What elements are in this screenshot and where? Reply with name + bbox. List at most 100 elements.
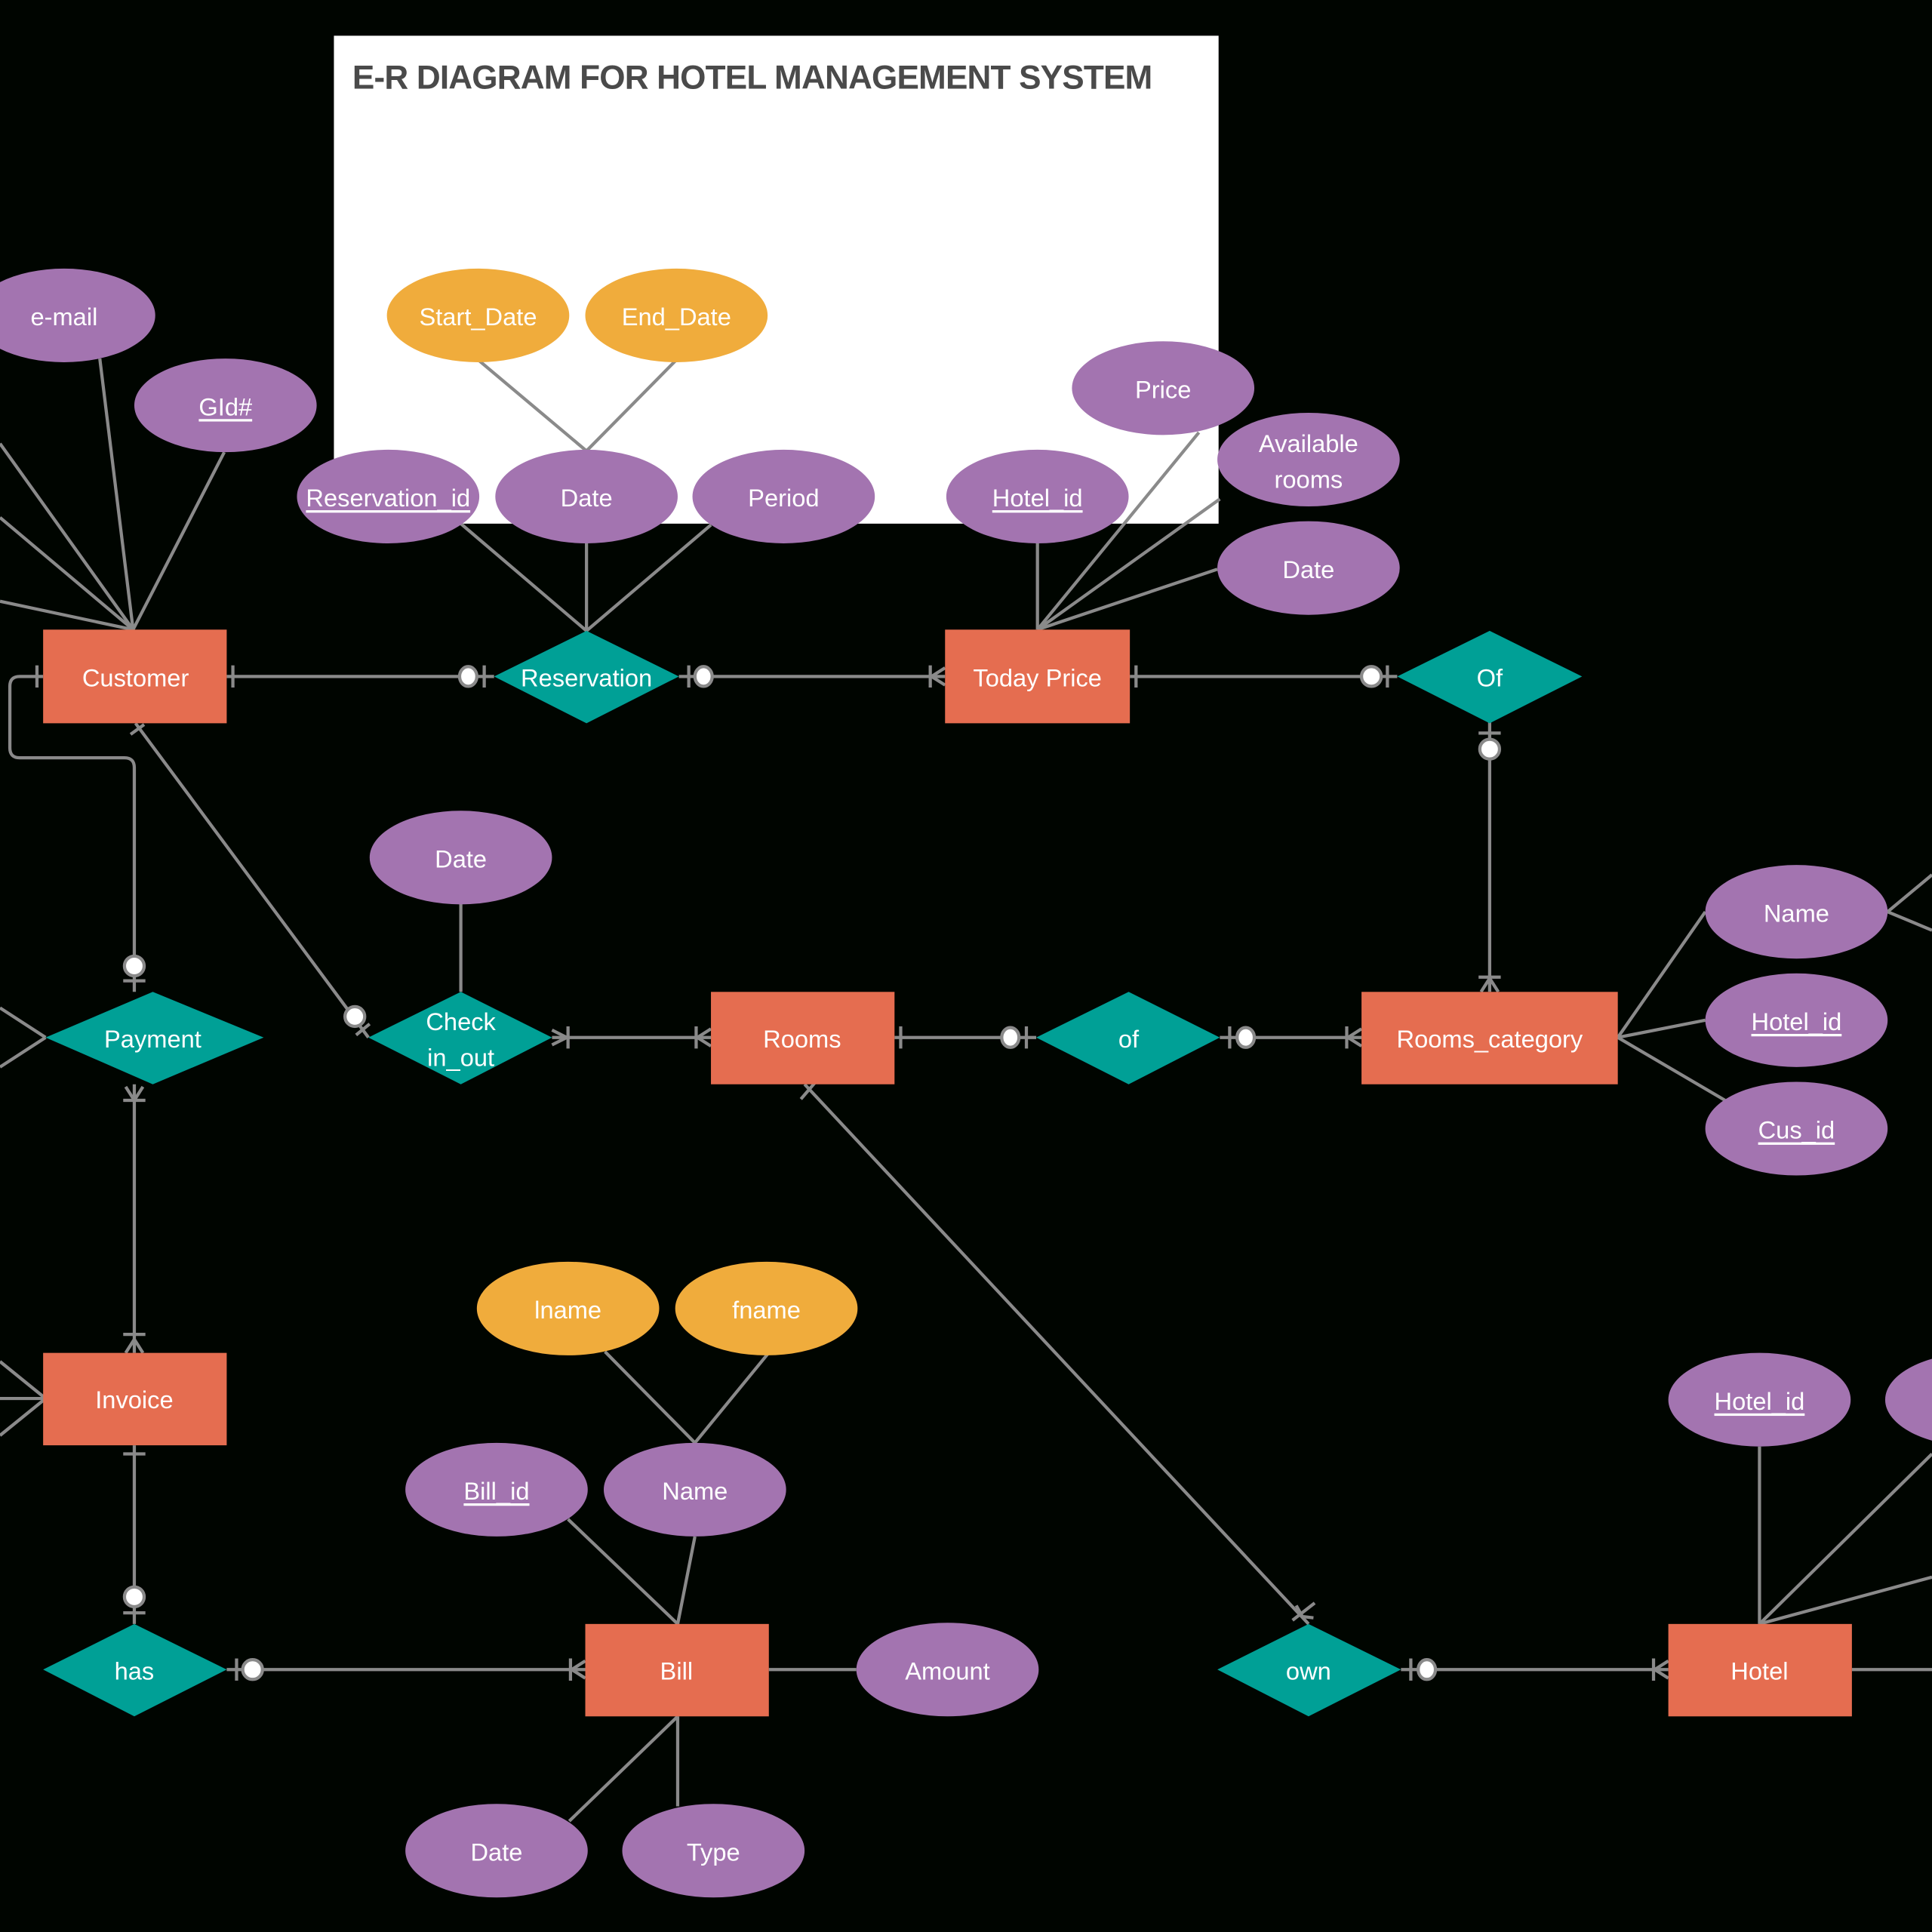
svg-text:Hotel_id: Hotel_id xyxy=(1715,1387,1805,1415)
zero-marker xyxy=(122,1585,146,1609)
svg-text:own: own xyxy=(1286,1657,1331,1684)
svg-text:Reservation: Reservation xyxy=(521,663,652,691)
attribute-rooms-category-hotel-id[interactable]: Hotel_id xyxy=(1705,973,1888,1067)
attribute-price[interactable]: Price xyxy=(1072,341,1255,435)
svg-text:Name: Name xyxy=(662,1477,728,1505)
svg-text:Amount: Amount xyxy=(905,1657,990,1684)
attribute-bill-type[interactable]: Type xyxy=(622,1804,805,1898)
entity-rooms-category[interactable]: Rooms_category xyxy=(1361,992,1618,1084)
svg-text:Available: Available xyxy=(1259,429,1358,457)
zero-marker xyxy=(241,1658,264,1681)
zero-marker xyxy=(1235,1026,1257,1049)
svg-text:e-mail: e-mail xyxy=(30,303,97,331)
svg-text:has: has xyxy=(115,1657,155,1684)
attribute-bill-id[interactable]: Bill_id xyxy=(405,1442,588,1537)
attribute-cus-id[interactable]: Cus_id xyxy=(1705,1081,1888,1176)
connector-line xyxy=(1617,1035,1726,1102)
svg-text:Type: Type xyxy=(687,1838,740,1866)
svg-text:End_Date: End_Date xyxy=(622,303,731,331)
svg-text:Bill: Bill xyxy=(660,1657,694,1684)
entity-bill[interactable]: Bill xyxy=(585,1623,769,1717)
relationship-reservation[interactable]: Reservation xyxy=(494,630,679,724)
attribute-amount[interactable]: Amount xyxy=(856,1623,1039,1717)
svg-text:Bill_id: Bill_id xyxy=(463,1477,529,1505)
connector-line xyxy=(1037,568,1218,632)
entity-today-price[interactable]: Today Price xyxy=(945,629,1131,724)
attribute-bill-name[interactable]: Name xyxy=(604,1442,786,1537)
connector-line xyxy=(675,1536,697,1625)
entity-rooms[interactable]: Rooms xyxy=(711,992,895,1084)
attribute-end-date[interactable]: End_Date xyxy=(585,268,768,362)
svg-text:Of: Of xyxy=(1477,663,1503,691)
attribute-reservation-id[interactable]: Reservation_id xyxy=(297,449,480,543)
connector-line xyxy=(1887,910,1932,932)
connector-line xyxy=(0,599,134,632)
attributes: e-mail GId# Reservation_id Date Period H… xyxy=(0,268,1932,1898)
svg-text:Price: Price xyxy=(1135,375,1191,403)
svg-text:fname: fname xyxy=(732,1296,801,1324)
attribute-today-price-hotel-id[interactable]: Hotel_id xyxy=(946,449,1129,543)
attribute-rooms-category-name[interactable]: Name xyxy=(1705,865,1888,959)
diagram-title: E-R DIAGRAM FOR HOTEL MANAGEMENT SYSTEM xyxy=(352,60,1152,97)
svg-text:Hotel: Hotel xyxy=(1730,1657,1788,1684)
attribute-check-date[interactable]: Date xyxy=(369,811,552,905)
svg-text:Date: Date xyxy=(1282,555,1334,583)
zero-marker xyxy=(693,665,714,688)
connector-line xyxy=(1886,873,1932,913)
attribute-bill-date[interactable]: Date xyxy=(405,1804,588,1898)
svg-text:of: of xyxy=(1118,1025,1140,1053)
svg-text:lname: lname xyxy=(534,1296,601,1324)
connector-line xyxy=(1616,910,1707,1038)
zero-marker xyxy=(343,1004,367,1029)
connector-line xyxy=(134,722,370,1038)
entity-hotel[interactable]: Hotel xyxy=(1668,1623,1852,1717)
relationship-of-lower[interactable]: of xyxy=(1036,992,1220,1084)
connector-line xyxy=(604,1350,697,1444)
svg-text:in_out: in_out xyxy=(427,1043,494,1071)
relationship-of-upper[interactable]: Of xyxy=(1397,630,1583,724)
attribute-reservation-date[interactable]: Date xyxy=(495,449,678,543)
attribute-period[interactable]: Period xyxy=(692,449,875,543)
relationship-own[interactable]: own xyxy=(1217,1623,1401,1717)
attribute-available-rooms[interactable]: Available rooms xyxy=(1217,412,1400,507)
svg-text:GId#: GId# xyxy=(198,392,252,420)
cardinality-markers xyxy=(35,665,1669,1681)
connector-line xyxy=(803,1083,1310,1626)
svg-text:Payment: Payment xyxy=(104,1025,202,1053)
relationships: Reservation Of Payment Check in_out of h… xyxy=(43,630,1583,1717)
attribute-lname[interactable]: lname xyxy=(476,1261,660,1355)
connector-line xyxy=(8,675,137,992)
connector-line xyxy=(1617,1018,1706,1039)
svg-text:Cus_id: Cus_id xyxy=(1758,1116,1835,1144)
attribute-hotel-id[interactable]: Hotel_id xyxy=(1668,1352,1851,1447)
attribute-email[interactable]: e-mail xyxy=(0,268,155,362)
er-diagram-canvas: E-R DIAGRAM FOR HOTEL MANAGEMENT SYSTEM xyxy=(0,35,1932,1898)
svg-text:Customer: Customer xyxy=(82,663,189,691)
zero-marker xyxy=(1000,1026,1021,1049)
svg-text:Today Price: Today Price xyxy=(973,663,1102,691)
attribute-hotel-partial[interactable] xyxy=(1884,1353,1932,1447)
svg-text:Date: Date xyxy=(561,484,613,512)
entity-invoice[interactable]: Invoice xyxy=(43,1352,227,1446)
relationship-has[interactable]: has xyxy=(43,1623,227,1717)
svg-text:Start_Date: Start_Date xyxy=(419,303,537,331)
connector-line xyxy=(131,451,226,631)
connector-line xyxy=(0,1006,47,1039)
connector-line xyxy=(1758,1453,1932,1626)
attribute-gid[interactable]: GId# xyxy=(134,358,317,453)
attribute-start-date[interactable]: Start_Date xyxy=(386,268,570,362)
svg-text:Date: Date xyxy=(435,844,487,872)
connector-line xyxy=(0,1397,47,1437)
connectors xyxy=(0,358,1932,1823)
entities: Customer Today Price Rooms Rooms_categor… xyxy=(43,629,1852,1717)
svg-text:Rooms: Rooms xyxy=(763,1025,841,1053)
connector-line xyxy=(0,1035,47,1069)
zero-marker xyxy=(1417,1658,1438,1681)
svg-text:Date: Date xyxy=(470,1838,522,1866)
svg-text:Name: Name xyxy=(1764,899,1829,927)
relationship-payment[interactable]: Payment xyxy=(45,992,264,1084)
attribute-fname[interactable]: fname xyxy=(675,1261,858,1355)
attribute-today-price-date[interactable]: Date xyxy=(1217,521,1400,615)
relationship-check-in-out[interactable]: Check in_out xyxy=(368,992,552,1084)
entity-customer[interactable]: Customer xyxy=(43,629,227,724)
